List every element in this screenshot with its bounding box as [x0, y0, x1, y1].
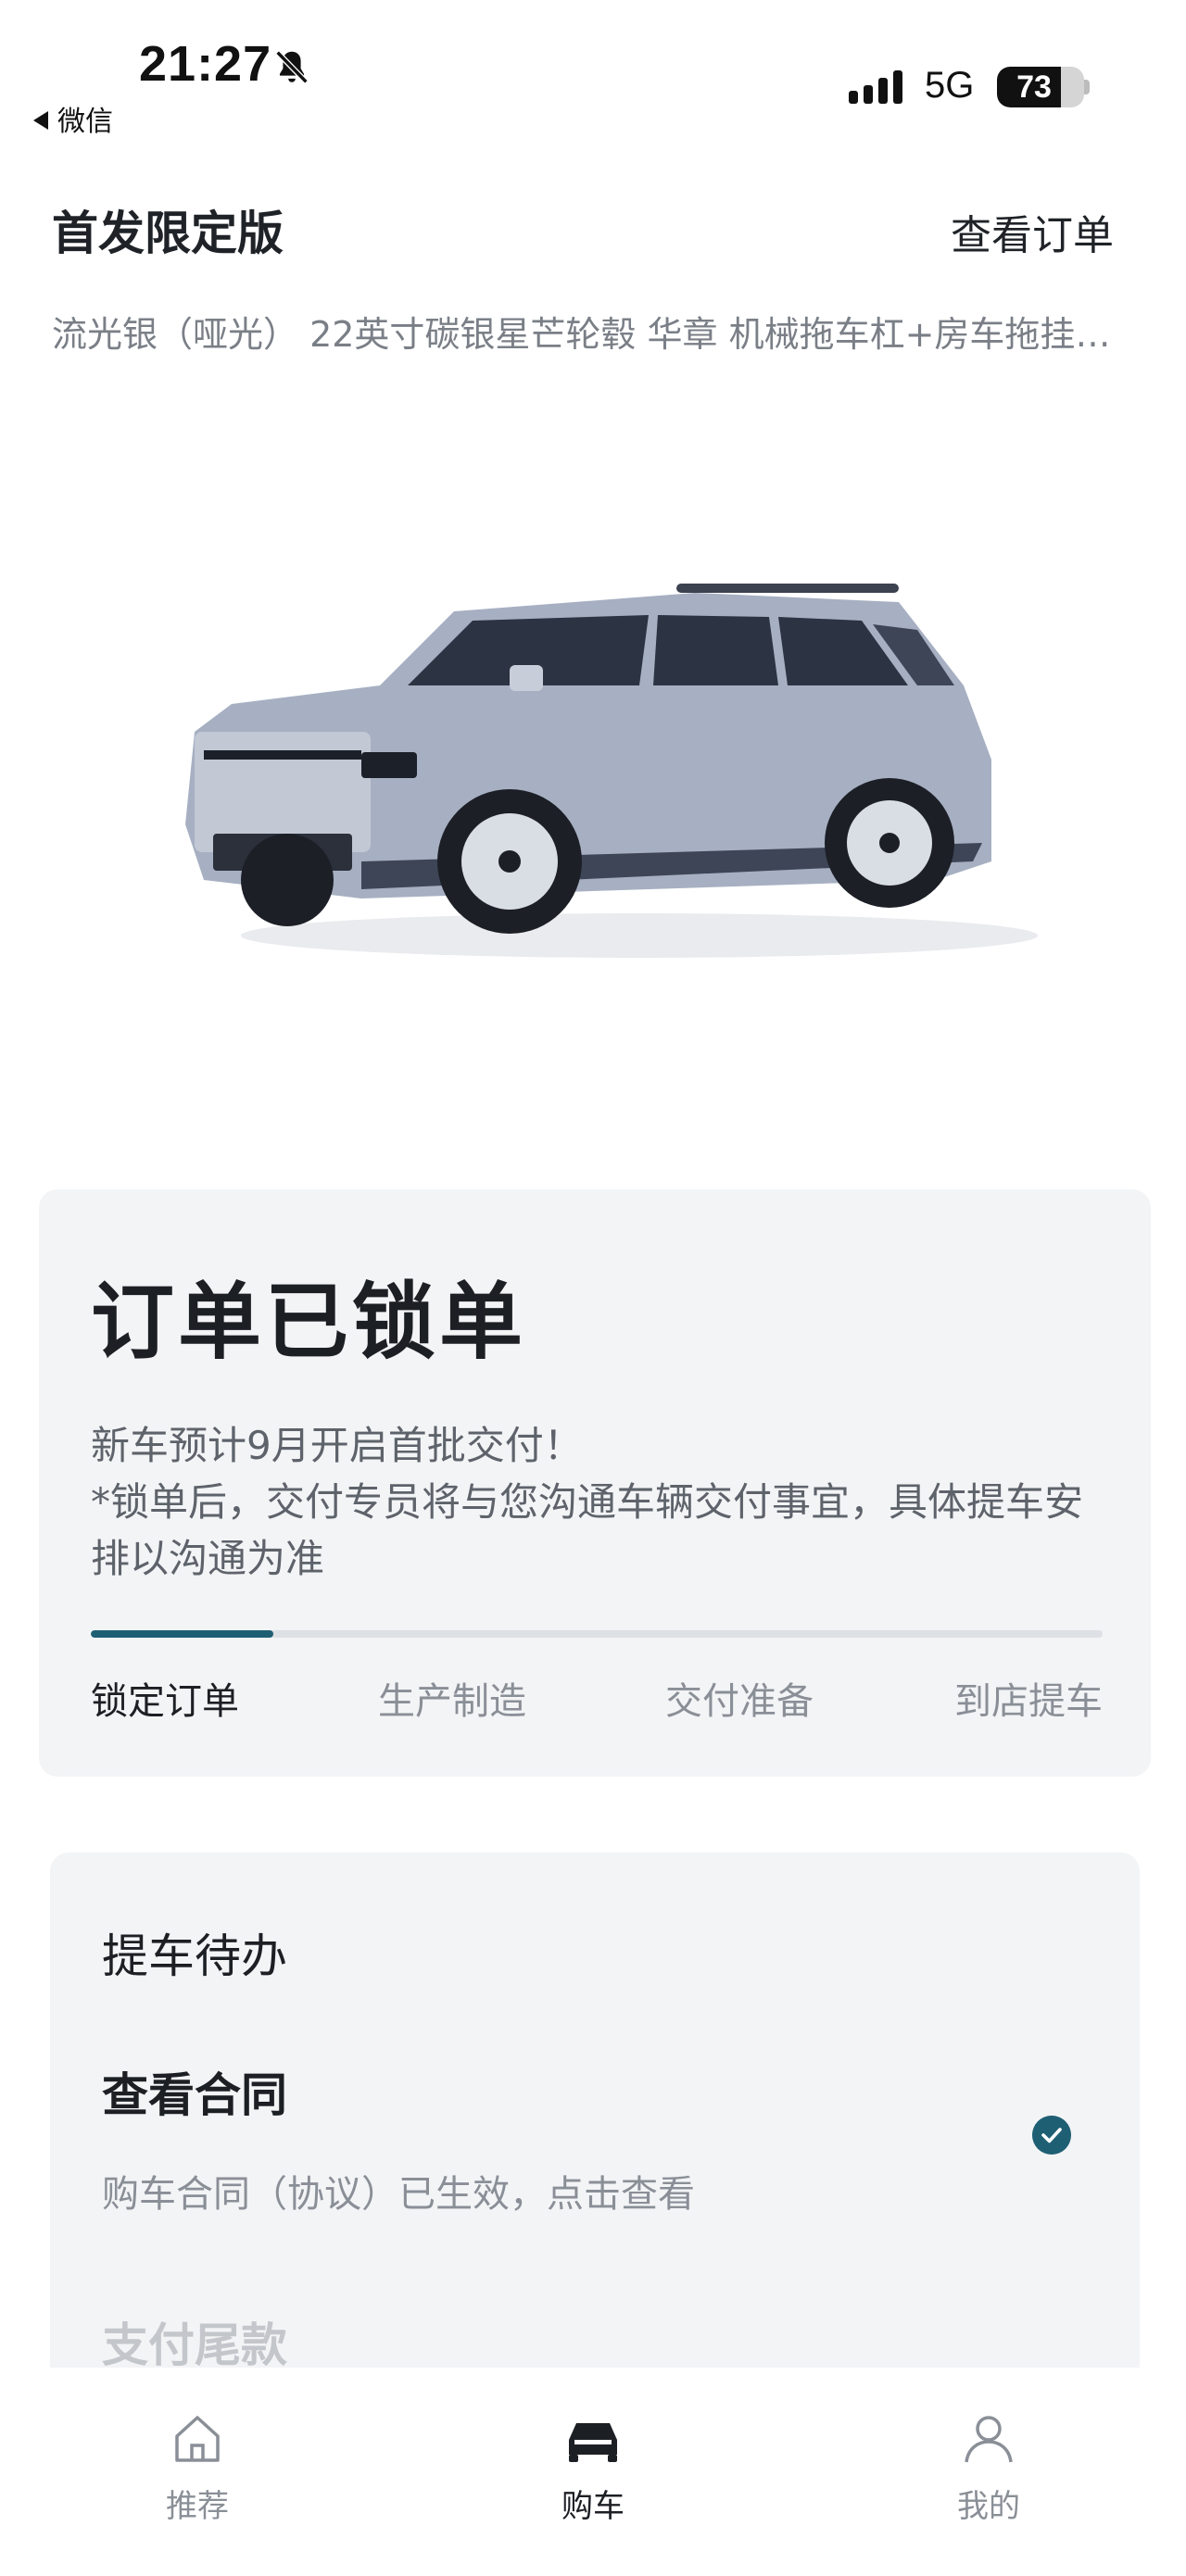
check-icon	[1032, 2116, 1071, 2155]
order-desc-line1: 新车预计9月开启首批交付！	[91, 1423, 583, 1468]
todo-pay-balance[interactable]: 支付尾款	[102, 2308, 287, 2375]
view-order-link[interactable]: 查看订单	[951, 202, 1114, 261]
order-desc-line2: *锁单后，交付专员将与您沟通车辆交付事宜，具体提车安排以沟通为准	[91, 1479, 1084, 1581]
order-progress-bar	[91, 1630, 1103, 1638]
nav-mine[interactable]: 我的	[915, 2408, 1063, 2526]
car-icon	[569, 2423, 617, 2462]
order-steps: 锁定订单 生产制造 交付准备 到店提车	[91, 1671, 1103, 1727]
step-pickup: 到店提车	[954, 1680, 1103, 1723]
back-to-wechat-button[interactable]: 微信	[33, 98, 113, 139]
page-title: 首发限定版	[52, 207, 284, 260]
todo-title: 提车待办	[102, 1929, 287, 1983]
bottom-nav: 推荐 购车 我的	[0, 2368, 1186, 2576]
step-delivery-prep: 交付准备	[665, 1680, 814, 1723]
home-icon	[175, 2416, 220, 2462]
car-image	[185, 584, 1038, 958]
todo-view-contract-desc[interactable]: 购车合同（协议）已生效，点击查看	[102, 2164, 695, 2218]
car-config-summary: 流光银（哑光） 22英寸碳银星芒轮毂 华章 机械拖车杠+房车拖挂套件	[52, 314, 1136, 355]
nav-mine-label: 我的	[957, 2488, 1020, 2525]
todo-view-contract[interactable]: 查看合同	[102, 2058, 287, 2125]
nav-recommend-label: 推荐	[166, 2488, 229, 2525]
bell-muted-icon	[275, 50, 309, 84]
back-triangle-icon	[33, 110, 48, 130]
step-lock-order: 锁定订单	[91, 1680, 239, 1723]
order-status-description: 新车预计9月开启首批交付！ *锁单后，交付专员将与您沟通车辆交付事宜，具体提车安…	[91, 1417, 1091, 1587]
order-status-card: 订单已锁单 新车预计9月开启首批交付！ *锁单后，交付专员将与您沟通车辆交付事宜…	[39, 1189, 1151, 1777]
user-icon	[965, 2416, 1013, 2463]
step-production: 生产制造	[378, 1680, 526, 1723]
status-time: 21:27	[139, 36, 272, 92]
pickup-todo-card: 提车待办 查看合同 购车合同（协议）已生效，点击查看 支付尾款	[50, 1853, 1140, 2408]
nav-buy-car[interactable]: 购车	[519, 2408, 667, 2526]
battery-level: 73	[1016, 69, 1052, 105]
order-status-title: 订单已锁单	[91, 1274, 526, 1371]
back-label: 微信	[57, 106, 113, 138]
battery-tip	[1084, 80, 1090, 94]
status-bar: 21:27 微信 5G 73	[0, 0, 1186, 139]
nav-buy-car-label: 购车	[561, 2488, 625, 2525]
order-progress-fill	[91, 1630, 273, 1638]
battery-icon: 73	[997, 67, 1084, 107]
nav-recommend[interactable]: 推荐	[123, 2408, 271, 2526]
network-type: 5G	[925, 65, 975, 106]
signal-icon	[849, 70, 902, 104]
